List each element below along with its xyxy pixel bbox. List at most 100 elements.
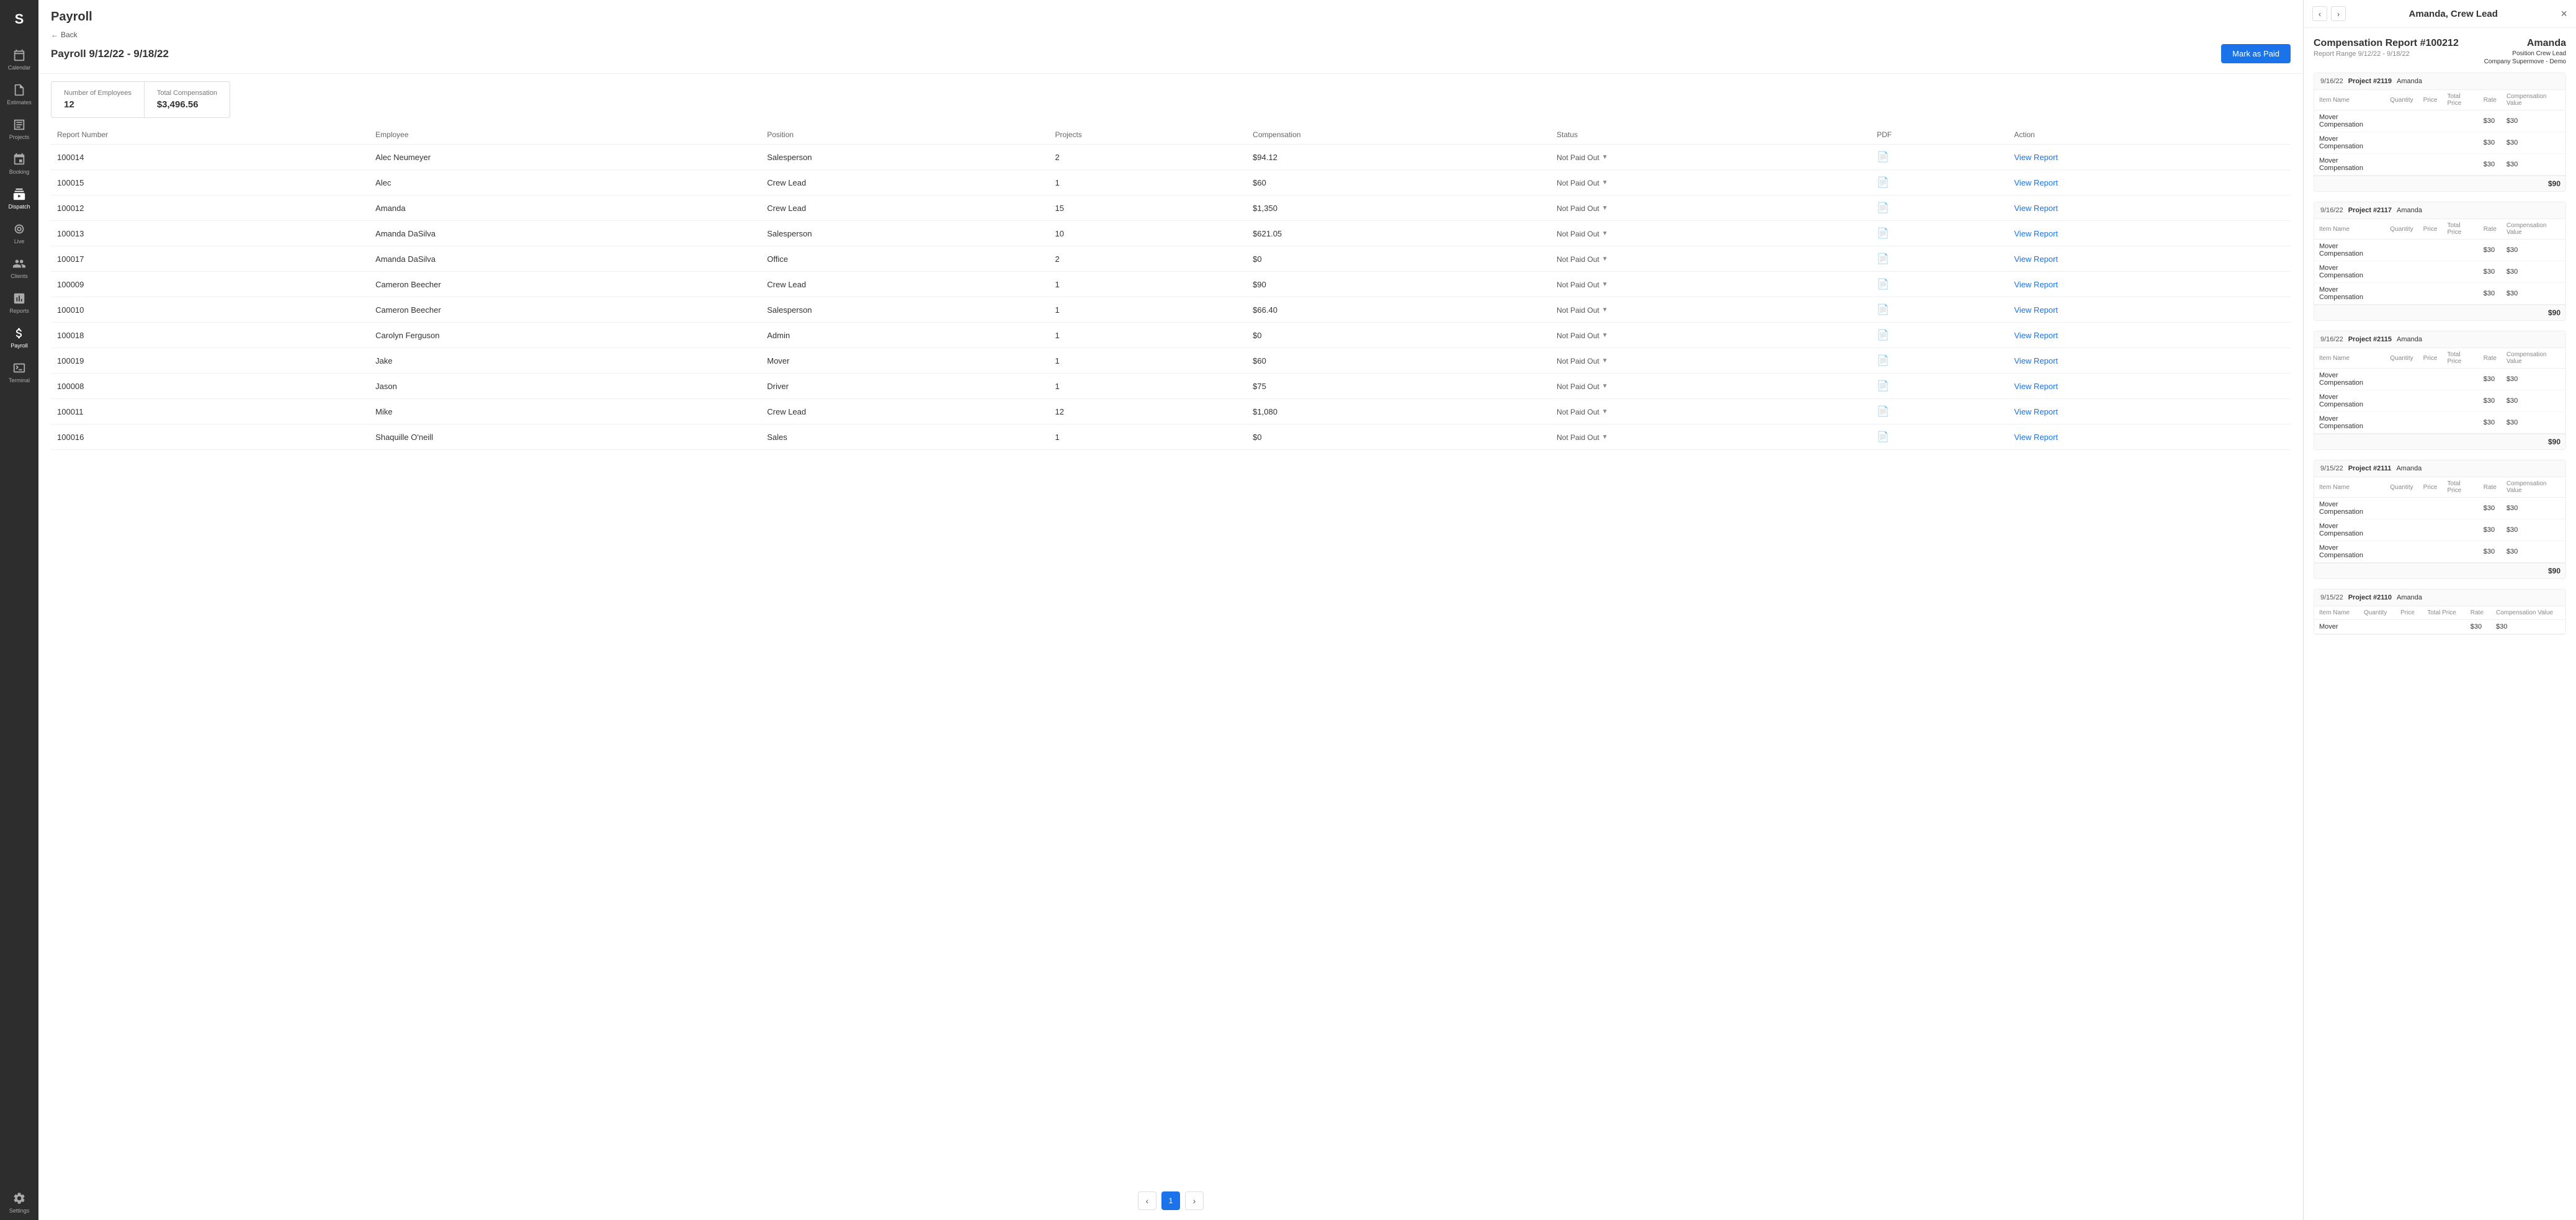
status-badge: Not Paid Out ▼ bbox=[1557, 179, 1608, 187]
comp-row: Mover Compensation $30 $30 bbox=[2314, 154, 2565, 176]
table-row: 100016 Shaquille O'neill Sales 1 $0 Not … bbox=[51, 424, 2291, 450]
comp-row: Mover Compensation $30 $30 bbox=[2314, 519, 2565, 541]
comp-col-value: Compensation Value bbox=[2502, 348, 2565, 369]
pdf-icon[interactable]: 📄 bbox=[1877, 228, 1889, 239]
comp-price bbox=[2418, 110, 2443, 132]
panel-close-button[interactable]: × bbox=[2560, 8, 2567, 19]
table-row: 100010 Cameron Beecher Salesperson 1 $66… bbox=[51, 297, 2291, 323]
comp-price bbox=[2418, 498, 2443, 519]
view-report-link[interactable]: View Report bbox=[2014, 382, 2058, 391]
sidebar-terminal-label: Terminal bbox=[9, 377, 30, 383]
cell-position: Salesperson bbox=[761, 145, 1049, 170]
comp-row: Mover Compensation $30 $30 bbox=[2314, 369, 2565, 390]
comp-col-price: Price bbox=[2395, 606, 2422, 620]
view-report-link[interactable]: View Report bbox=[2014, 153, 2058, 162]
view-report-link[interactable]: View Report bbox=[2014, 204, 2058, 213]
report-company: Company Supermove - Demo bbox=[2484, 58, 2566, 65]
report-position: Position Crew Lead bbox=[2484, 50, 2566, 57]
sidebar-item-dispatch[interactable]: Dispatch bbox=[0, 181, 38, 216]
cell-status: Not Paid Out ▼ bbox=[1550, 323, 1871, 348]
back-link[interactable]: ← Back bbox=[51, 30, 2291, 39]
view-report-link[interactable]: View Report bbox=[2014, 433, 2058, 442]
cell-pdf: 📄 bbox=[1871, 246, 2008, 272]
cell-projects: 1 bbox=[1049, 424, 1247, 450]
view-report-link[interactable]: View Report bbox=[2014, 254, 2058, 264]
comp-total-price bbox=[2422, 620, 2466, 634]
cell-report-number: 100019 bbox=[51, 348, 369, 374]
comp-col-price: Price bbox=[2418, 90, 2443, 110]
comp-row: Mover $30 $30 bbox=[2314, 620, 2565, 634]
sidebar-item-reports[interactable]: Reports bbox=[0, 285, 38, 320]
comp-table: Item Name Quantity Price Total Price Rat… bbox=[2314, 606, 2565, 634]
cell-position: Crew Lead bbox=[761, 170, 1049, 195]
view-report-link[interactable]: View Report bbox=[2014, 229, 2058, 238]
table-row: 100015 Alec Crew Lead 1 $60 Not Paid Out… bbox=[51, 170, 2291, 195]
cell-pdf: 📄 bbox=[1871, 323, 2008, 348]
pdf-icon[interactable]: 📄 bbox=[1877, 381, 1889, 392]
panel-next-button[interactable]: › bbox=[2331, 6, 2346, 21]
status-badge: Not Paid Out ▼ bbox=[1557, 230, 1608, 238]
pdf-icon[interactable]: 📄 bbox=[1877, 254, 1889, 264]
comp-col-qty: Quantity bbox=[2359, 606, 2395, 620]
comp-col-value: Compensation Value bbox=[2502, 477, 2565, 498]
report-info: Compensation Report #100212 Report Range… bbox=[2314, 38, 2459, 58]
pdf-icon[interactable]: 📄 bbox=[1877, 177, 1889, 188]
cell-employee: Cameron Beecher bbox=[369, 297, 761, 323]
sidebar-item-calendar[interactable]: Calendar bbox=[0, 42, 38, 77]
status-arrow-icon: ▼ bbox=[1602, 408, 1608, 415]
comp-employee: Amanda bbox=[2397, 78, 2422, 85]
cell-compensation: $75 bbox=[1246, 374, 1550, 399]
sidebar-item-terminal[interactable]: Terminal bbox=[0, 355, 38, 390]
status-badge: Not Paid Out ▼ bbox=[1557, 433, 1608, 442]
cell-status: Not Paid Out ▼ bbox=[1550, 221, 1871, 246]
view-report-link[interactable]: View Report bbox=[2014, 407, 2058, 416]
table-row: 100008 Jason Driver 1 $75 Not Paid Out ▼… bbox=[51, 374, 2291, 399]
page-1-button[interactable]: 1 bbox=[1161, 1191, 1180, 1210]
sidebar-item-projects[interactable]: Projects bbox=[0, 112, 38, 146]
cell-status: Not Paid Out ▼ bbox=[1550, 348, 1871, 374]
table-head: Report Number Employee Position Projects… bbox=[51, 125, 2291, 145]
cell-employee: Shaquille O'neill bbox=[369, 424, 761, 450]
cell-report-number: 100015 bbox=[51, 170, 369, 195]
view-report-link[interactable]: View Report bbox=[2014, 356, 2058, 366]
sidebar-projects-label: Projects bbox=[9, 134, 30, 140]
pdf-icon[interactable]: 📄 bbox=[1877, 152, 1889, 163]
comp-value: $30 bbox=[2502, 369, 2565, 390]
comp-section-header: 9/15/22 Project #2111 Amanda bbox=[2314, 460, 2565, 477]
position-label: Position bbox=[2512, 50, 2534, 57]
comp-table-body: Mover $30 $30 bbox=[2314, 620, 2565, 634]
comp-quantity bbox=[2385, 154, 2418, 176]
view-report-link[interactable]: View Report bbox=[2014, 178, 2058, 187]
pdf-icon[interactable]: 📄 bbox=[1877, 305, 1889, 315]
pdf-icon[interactable]: 📄 bbox=[1877, 432, 1889, 442]
pdf-icon[interactable]: 📄 bbox=[1877, 406, 1889, 417]
comp-col-name: Item Name bbox=[2314, 348, 2385, 369]
next-page-button[interactable]: › bbox=[1185, 1191, 1204, 1210]
pdf-icon[interactable]: 📄 bbox=[1877, 330, 1889, 341]
comp-total: $90 bbox=[2314, 434, 2565, 449]
view-report-link[interactable]: View Report bbox=[2014, 305, 2058, 315]
pdf-icon[interactable]: 📄 bbox=[1877, 356, 1889, 366]
status-arrow-icon: ▼ bbox=[1602, 434, 1608, 441]
view-report-link[interactable]: View Report bbox=[2014, 280, 2058, 289]
pdf-icon[interactable]: 📄 bbox=[1877, 203, 1889, 213]
status-arrow-icon: ▼ bbox=[1602, 357, 1608, 364]
comp-price bbox=[2418, 369, 2443, 390]
sidebar-item-booking[interactable]: Booking bbox=[0, 146, 38, 181]
comp-col-rate: Rate bbox=[2479, 219, 2502, 240]
comp-item-name: Mover Compensation bbox=[2314, 110, 2385, 132]
panel-prev-button[interactable]: ‹ bbox=[2312, 6, 2327, 21]
comp-table: Item Name Quantity Price Total Price Rat… bbox=[2314, 477, 2565, 563]
pdf-icon[interactable]: 📄 bbox=[1877, 279, 1889, 290]
sidebar-item-live[interactable]: Live bbox=[0, 216, 38, 251]
cell-pdf: 📄 bbox=[1871, 170, 2008, 195]
sidebar-item-settings[interactable]: Settings bbox=[0, 1185, 38, 1220]
cell-report-number: 100009 bbox=[51, 272, 369, 297]
sidebar-item-estimates[interactable]: Estimates bbox=[0, 77, 38, 112]
sidebar-item-payroll[interactable]: Payroll bbox=[0, 320, 38, 355]
view-report-link[interactable]: View Report bbox=[2014, 331, 2058, 340]
comp-employee: Amanda bbox=[2397, 594, 2422, 601]
sidebar-item-clients[interactable]: Clients bbox=[0, 251, 38, 285]
prev-page-button[interactable]: ‹ bbox=[1138, 1191, 1156, 1210]
mark-paid-button[interactable]: Mark as Paid bbox=[2221, 44, 2291, 63]
